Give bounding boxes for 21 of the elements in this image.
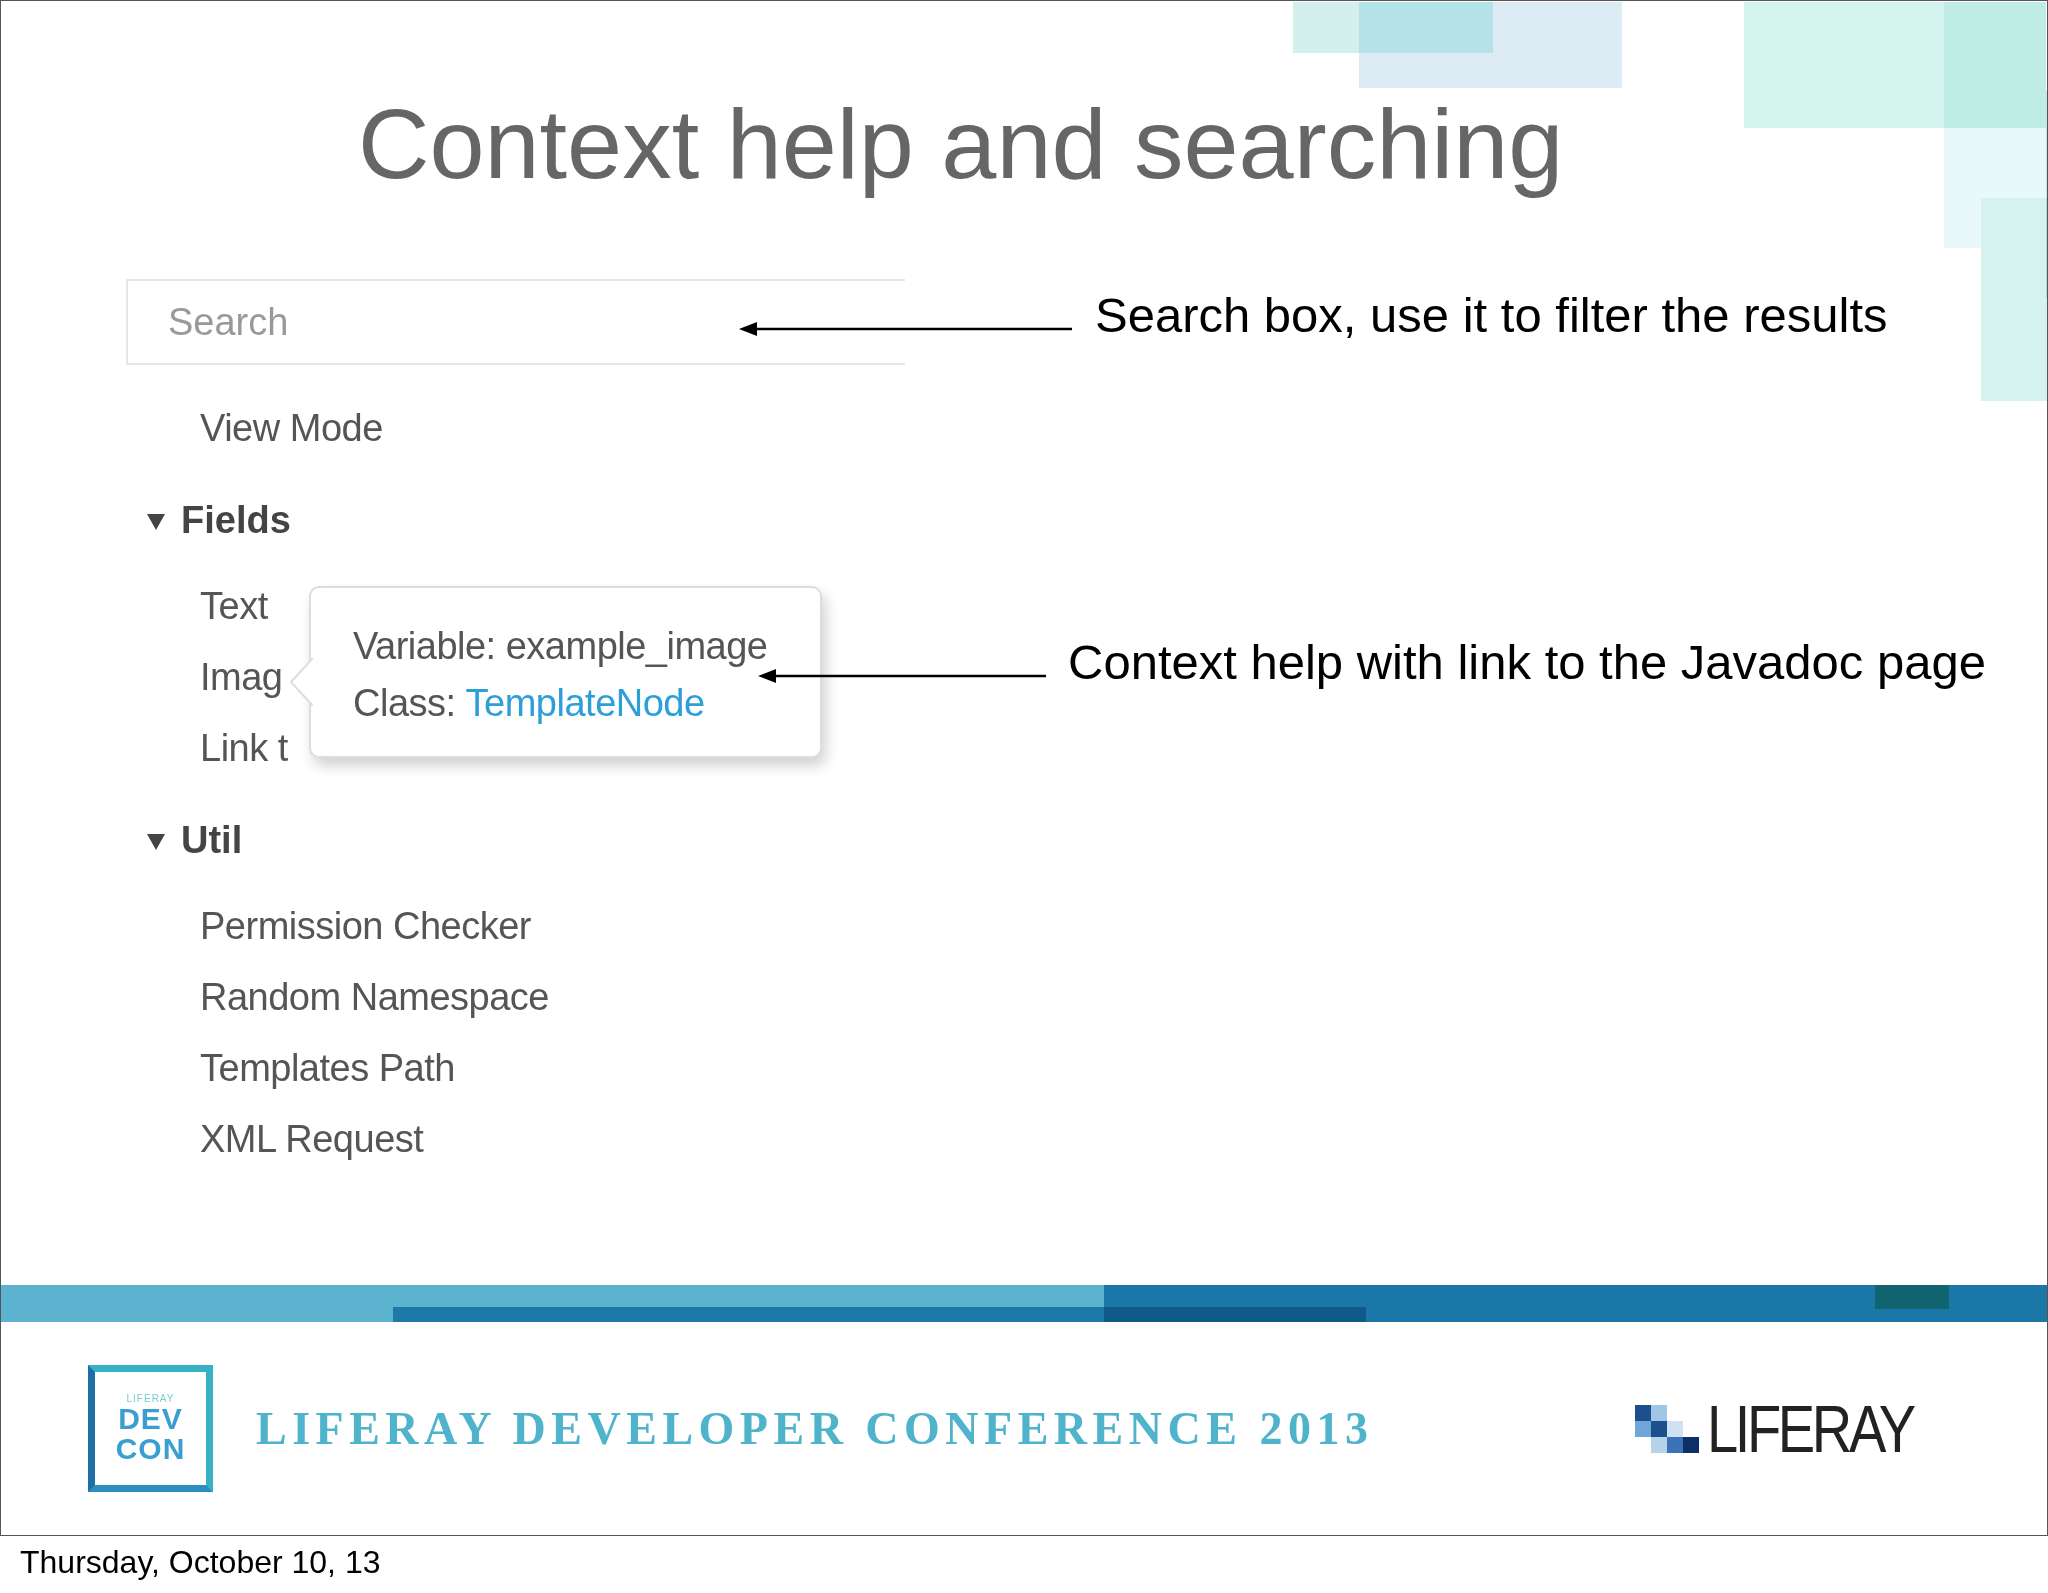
tree-item[interactable]: Permission Checker: [200, 891, 531, 962]
tree-item[interactable]: Templates Path: [200, 1033, 455, 1104]
group-heading[interactable]: Util: [181, 819, 243, 862]
annotation-text: Search box, use it to filter the results: [1095, 287, 1888, 343]
tree-item[interactable]: Imag: [200, 642, 283, 713]
tree-item[interactable]: Random Namespace: [200, 962, 549, 1033]
date-text: Thursday, October 10, 13: [20, 1544, 382, 1581]
annotation-text: Context help with link to the Javadoc page: [1068, 634, 1986, 690]
tree-item[interactable]: Link t: [200, 713, 288, 784]
tree-item[interactable]: View Mode: [200, 393, 383, 464]
variable-text: Variable: example_image: [353, 624, 769, 669]
conference-name: LIFERAY DEVELOPER CONFERENCE 2013: [256, 1402, 1374, 1455]
tree-item[interactable]: Text: [200, 571, 268, 642]
logo-text: LIFERAY: [126, 1393, 175, 1404]
slide-title: Context help and searching: [358, 87, 1564, 201]
group-heading[interactable]: Fields: [181, 499, 291, 542]
search-field[interactable]: Search: [126, 279, 905, 365]
tree-item[interactable]: XML Request: [200, 1104, 424, 1175]
logo-text: DEV: [118, 1403, 183, 1434]
logo-text: CON: [115, 1433, 186, 1464]
class-label: Class:: [353, 681, 456, 726]
